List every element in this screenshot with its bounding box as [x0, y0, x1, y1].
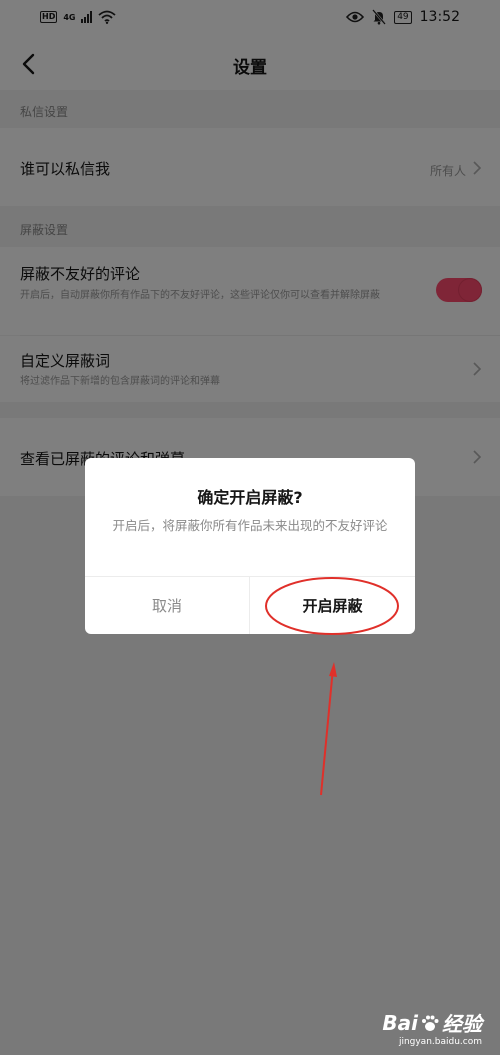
paw-icon — [422, 1015, 439, 1031]
logo-text-left: Bai — [382, 1010, 418, 1035]
confirm-dialog: 确定开启屏蔽? 开启后，将屏蔽你所有作品未来出现的不友好评论 取消 开启屏蔽 — [85, 458, 415, 634]
enable-block-button[interactable]: 开启屏蔽 — [250, 577, 415, 634]
baidu-logo: Bai 经验 — [382, 1008, 482, 1037]
dialog-title: 确定开启屏蔽? — [197, 488, 303, 507]
baidu-watermark: Bai 经验 jingyan.baidu.com — [382, 1008, 482, 1048]
dialog-message: 开启后，将屏蔽你所有作品未来出现的不友好评论 — [112, 518, 388, 533]
cancel-button[interactable]: 取消 — [85, 577, 249, 634]
logo-text-right: 经验 — [442, 1012, 482, 1036]
watermark-url: jingyan.baidu.com — [398, 1037, 482, 1047]
